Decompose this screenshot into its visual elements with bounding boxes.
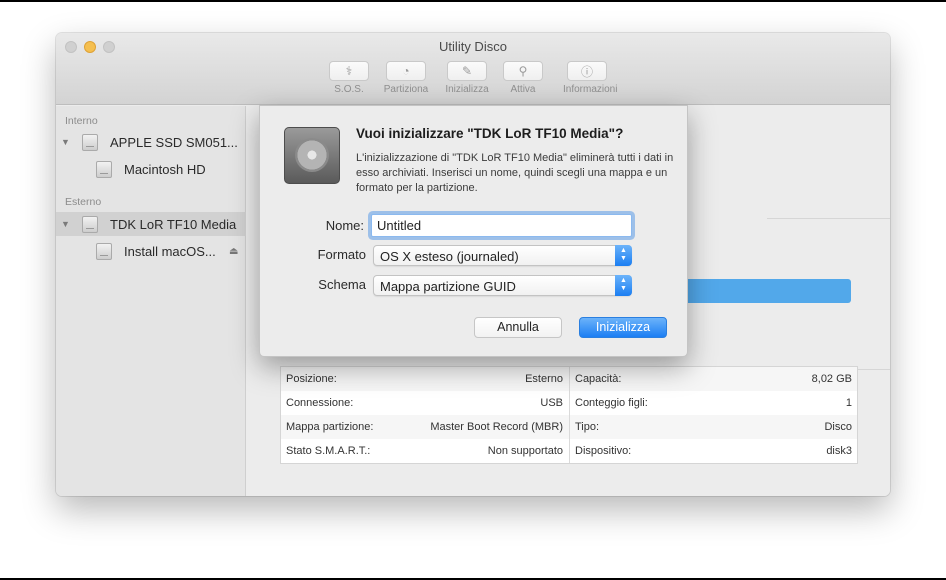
info-value: 1 xyxy=(845,397,852,409)
titlebar: Utility Disco ⚕ S.O.S. ◔ Partiziona ✎ In… xyxy=(56,33,890,105)
sidebar-item-tdk-media[interactable]: ▼ TDK LoR TF10 Media xyxy=(56,212,246,236)
sidebar-item-label: APPLE SSD SM051... xyxy=(110,134,238,150)
scheme-label: Schema xyxy=(318,277,366,292)
toolbar-sos-button[interactable]: ⚕ S.O.S. xyxy=(325,61,373,95)
info-label: Stato S.M.A.R.T.: xyxy=(286,445,371,457)
scheme-popup[interactable]: Mappa partizione GUID ▲ ▼ xyxy=(373,275,632,296)
toolbar-partition-label: Partiziona xyxy=(383,84,429,95)
toolbar-mount-button[interactable]: ⚲ Attiva xyxy=(499,61,547,95)
window-title: Utility Disco xyxy=(439,39,507,54)
stethoscope-icon: ⚕ xyxy=(329,61,369,81)
toolbar-info-button[interactable]: ⓘ Informazioni xyxy=(563,61,618,95)
info-value: Disco xyxy=(824,421,852,433)
sidebar-item-install-macos[interactable]: Install macOS... ⏏ xyxy=(56,239,246,263)
scheme-value: Mappa partizione GUID xyxy=(380,279,516,294)
eject-icon[interactable]: ⏏ xyxy=(229,246,238,257)
volume-icon xyxy=(96,242,112,260)
dialog-message: L'inizializzazione di "TDK LoR TF10 Medi… xyxy=(356,152,674,194)
info-label: Conteggio figli: xyxy=(575,397,648,409)
info-value: 8,02 GB xyxy=(811,373,852,385)
info-icon: ⓘ xyxy=(567,61,607,81)
info-value: Non supportato xyxy=(487,445,563,457)
info-label: Connessione: xyxy=(286,397,354,409)
sidebar-item-macintosh-hd[interactable]: Macintosh HD xyxy=(56,157,246,181)
mount-icon: ⚲ xyxy=(503,61,543,81)
external-disk-icon xyxy=(82,215,98,233)
sidebar-item-label: Macintosh HD xyxy=(124,161,206,177)
disclosure-triangle-icon[interactable]: ▼ xyxy=(61,137,70,147)
format-label: Formato xyxy=(317,247,366,262)
sidebar-item-label: TDK LoR TF10 Media xyxy=(110,216,237,232)
toolbar-erase-label: Inizializza xyxy=(445,84,489,95)
info-value: Master Boot Record (MBR) xyxy=(430,421,563,433)
erase-icon: ✎ xyxy=(447,61,487,81)
info-label: Posizione: xyxy=(286,373,337,385)
toolbar-sos-label: S.O.S. xyxy=(334,84,364,95)
erase-dialog: Vuoi inizializzare "TDK LoR TF10 Media"?… xyxy=(259,105,688,357)
cancel-button[interactable]: Annulla xyxy=(474,317,562,338)
format-popup[interactable]: OS X esteso (journaled) ▲ ▼ xyxy=(373,245,632,266)
erase-button[interactable]: Inizializza xyxy=(579,317,667,338)
sidebar-section-internal: Interno xyxy=(65,115,98,127)
sidebar-section-external: Esterno xyxy=(65,196,102,208)
internal-disk-icon xyxy=(82,133,98,151)
info-table: Posizione: Esterno Capacità: 8,02 GB Con… xyxy=(280,366,858,464)
info-label: Mappa partizione: xyxy=(286,421,374,433)
sidebar: Interno ▼ APPLE SSD SM051... Macintosh H… xyxy=(56,106,246,496)
info-value: USB xyxy=(540,397,563,409)
volume-icon xyxy=(96,160,112,178)
partition-icon: ◔ xyxy=(386,61,426,81)
chevron-updown-icon: ▲ ▼ xyxy=(615,275,632,296)
info-column-divider xyxy=(569,367,570,463)
dialog-title: Vuoi inizializzare "TDK LoR TF10 Media"? xyxy=(356,126,624,141)
name-label: Nome: xyxy=(325,218,364,233)
divider xyxy=(767,218,890,219)
info-label: Dispositivo: xyxy=(575,445,632,457)
info-label: Capacità: xyxy=(575,373,622,385)
sidebar-item-label: Install macOS... xyxy=(124,243,216,259)
format-value: OS X esteso (journaled) xyxy=(380,249,519,264)
info-value: Esterno xyxy=(525,373,563,385)
screen-border-top xyxy=(0,0,946,2)
toolbar-mount-label: Attiva xyxy=(510,84,536,95)
toolbar-partition-button[interactable]: ◔ Partiziona xyxy=(382,61,430,95)
usage-bar xyxy=(677,279,851,303)
disclosure-triangle-icon[interactable]: ▼ xyxy=(61,219,70,229)
info-value: disk3 xyxy=(826,445,852,457)
sidebar-item-apple-ssd[interactable]: ▼ APPLE SSD SM051... xyxy=(56,130,246,154)
name-input[interactable] xyxy=(371,214,632,237)
toolbar-info-label: Informazioni xyxy=(563,84,618,95)
hard-drive-icon xyxy=(284,127,340,184)
chevron-updown-icon: ▲ ▼ xyxy=(615,245,632,266)
info-label: Tipo: xyxy=(575,421,600,433)
toolbar-erase-button[interactable]: ✎ Inizializza xyxy=(443,61,491,95)
